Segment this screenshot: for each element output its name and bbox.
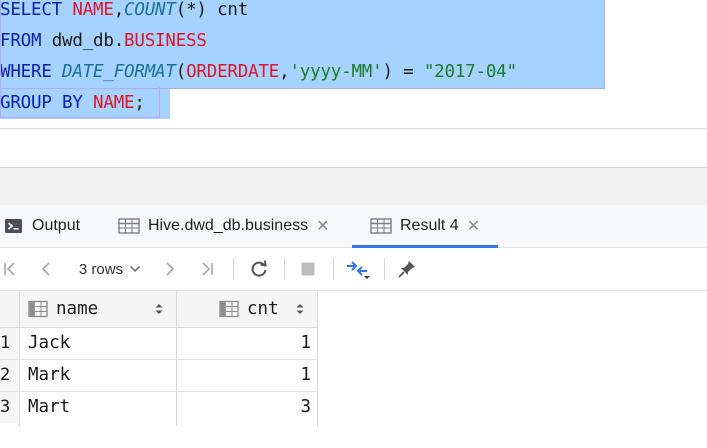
column-header-cnt[interactable]: cnt	[177, 291, 318, 327]
code-token: (*) cnt	[175, 0, 249, 20]
code-token: SELECT	[0, 0, 73, 20]
table-icon	[118, 217, 140, 235]
cell-name[interactable]: Jack	[28, 328, 70, 359]
code-line-1[interactable]: SELECT NAME,COUNT(*) cnt	[0, 0, 604, 26]
tab-result-4[interactable]: Result 4 ✕	[352, 205, 499, 248]
code-token: dwd_db.	[51, 31, 125, 51]
code-line-4[interactable]: GROUP BY NAME;	[0, 88, 170, 119]
chevron-right-icon	[166, 262, 175, 276]
code-token: 'yyyy-MM'	[289, 62, 383, 82]
code-token: ,	[113, 0, 125, 20]
code-token: BUSINESS	[124, 31, 207, 51]
row-number: 2	[0, 360, 18, 391]
row-number: 3	[0, 392, 18, 423]
compare-arrows-icon	[347, 261, 370, 279]
cell-cnt[interactable]: 1	[177, 360, 311, 391]
toolbar-separator	[384, 258, 385, 280]
cell-cnt[interactable]: 1	[177, 328, 311, 359]
close-icon[interactable]: ✕	[316, 216, 329, 236]
code-token: NAME	[72, 0, 114, 20]
code-token: FROM	[0, 31, 52, 51]
code-line-3[interactable]: WHERE DATE_FORMAT(ORDERDATE,'yyyy-MM') =…	[0, 57, 604, 88]
cell-name[interactable]: Mark	[28, 360, 70, 391]
split-pane-area	[0, 167, 707, 206]
code-token: WHERE	[0, 62, 63, 82]
tab-hive-business-label: Hive.dwd_db.business	[148, 217, 309, 234]
row-number-header	[0, 291, 18, 327]
previous-page-button[interactable]	[34, 248, 58, 290]
sort-icon[interactable]	[295, 302, 305, 316]
toolbar-separator	[333, 258, 334, 280]
pin-tab-button[interactable]	[393, 248, 421, 290]
tab-output[interactable]: Output	[4, 205, 80, 247]
code-token: ,	[279, 62, 290, 82]
code-token: (	[175, 62, 187, 82]
sql-editor[interactable]: SELECT NAME,COUNT(*) cnt FROM dwd_db.BUS…	[0, 0, 707, 128]
column-cnt-label: cnt	[247, 299, 279, 319]
results-tab-bar: Output Hive.dwd_db.business ✕ Result 4 ✕	[0, 205, 707, 248]
code-token: ) =	[382, 62, 424, 82]
close-icon[interactable]: ✕	[467, 216, 480, 236]
pin-icon	[398, 261, 415, 278]
column-header-name[interactable]: name	[20, 291, 176, 327]
code-token: "2017-04"	[423, 62, 517, 82]
first-page-button[interactable]	[0, 248, 20, 290]
code-token: NAME	[93, 93, 135, 113]
tab-output-label: Output	[32, 217, 81, 234]
sort-icon[interactable]	[154, 302, 164, 316]
code-token: COUNT	[124, 0, 176, 20]
code-line-2[interactable]: FROM dwd_db.BUSINESS	[0, 26, 604, 57]
chevron-down-icon	[130, 265, 141, 273]
column-name-label: name	[56, 299, 99, 319]
first-page-icon	[4, 262, 15, 276]
table-icon	[370, 217, 392, 235]
grid-header: name cnt	[0, 291, 318, 328]
stop-button[interactable]	[295, 248, 321, 290]
output-icon	[4, 217, 24, 235]
refresh-icon	[251, 260, 267, 277]
row-count-dropdown[interactable]: 3 rows	[70, 248, 150, 290]
cell-name[interactable]: Mart	[28, 392, 70, 423]
chevron-left-icon	[41, 262, 50, 276]
row-count-label: 3 rows	[78, 260, 124, 278]
tab-hive-business[interactable]: Hive.dwd_db.business ✕	[118, 205, 330, 247]
toolbar-separator	[284, 258, 285, 280]
editor-bottom-border	[0, 128, 707, 129]
code-token: ORDERDATE	[186, 62, 280, 82]
reload-button[interactable]	[245, 248, 273, 290]
column-icon	[219, 300, 239, 318]
results-toolbar: 3 rows	[0, 248, 707, 291]
column-icon	[28, 300, 48, 318]
code-token: DATE_FORMAT	[62, 62, 176, 82]
last-page-button[interactable]	[194, 248, 220, 290]
toolbar-separator	[233, 258, 234, 280]
code-token: GROUP BY	[0, 93, 94, 113]
code-token: ;	[134, 93, 145, 113]
stop-icon	[301, 262, 315, 276]
compare-button[interactable]	[343, 248, 373, 290]
last-page-icon	[202, 262, 213, 276]
row-number: 1	[0, 328, 18, 359]
cell-cnt[interactable]: 3	[177, 392, 311, 423]
tab-result-4-label: Result 4	[400, 217, 459, 234]
next-page-button[interactable]	[158, 248, 182, 290]
